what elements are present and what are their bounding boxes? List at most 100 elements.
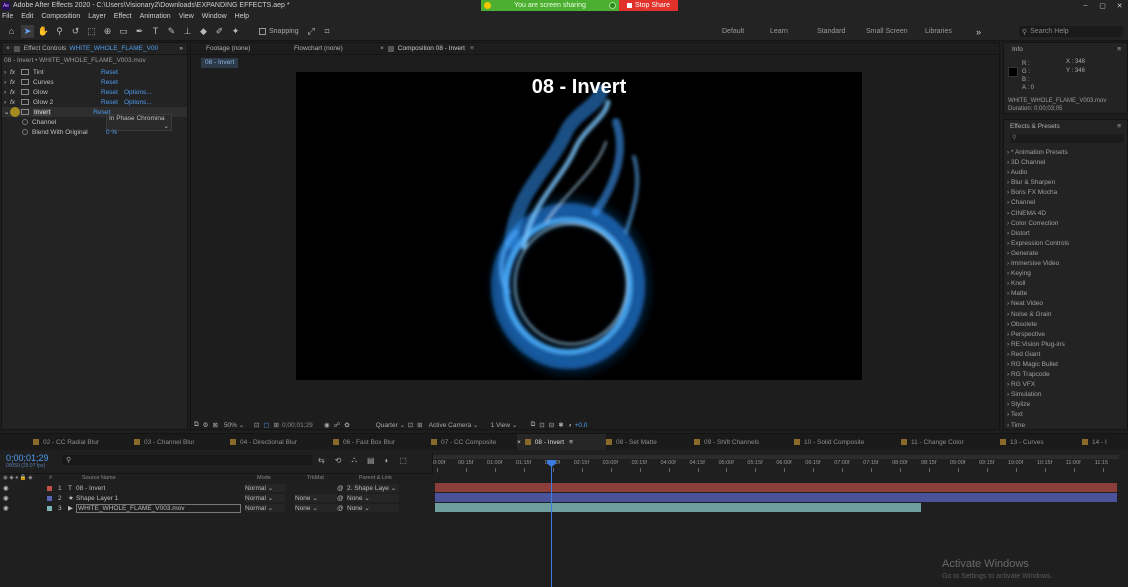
menu-icon[interactable]: ≡ <box>1117 46 1121 53</box>
preset-category[interactable]: › 3D Channel <box>1004 159 1127 169</box>
timeline-tab[interactable]: 11 - Change Color <box>901 434 1000 450</box>
trkmat-dropdown[interactable]: None ⌄ <box>295 494 337 502</box>
type-tool-icon[interactable]: T <box>149 25 162 38</box>
layer-name[interactable]: WHITE_WHOLE_FLAME_V003.mov <box>76 503 241 513</box>
mask-view-icon[interactable]: ⊠ <box>212 421 217 429</box>
composition-viewer[interactable]: 08 - Invert <box>296 72 862 380</box>
search-help-input[interactable]: ⚲ Search Help <box>1019 26 1123 37</box>
reset-link[interactable]: Reset <box>101 89 124 96</box>
preset-category[interactable]: › Blur & Sharpen <box>1004 179 1127 189</box>
timeline-tab[interactable]: 03 - Channel Blur <box>134 434 230 450</box>
current-time[interactable]: 0;00;01;29 <box>282 422 318 429</box>
preset-category[interactable]: › Text <box>1004 411 1127 421</box>
close-tab-icon[interactable]: × <box>517 439 521 446</box>
stopwatch-icon[interactable] <box>22 119 28 125</box>
resolution-dropdown[interactable]: Quarter ⌄ <box>376 421 408 429</box>
stopwatch-icon[interactable] <box>22 129 28 135</box>
tab-footage[interactable]: Footage (none) <box>206 45 294 52</box>
timeline-icon[interactable]: ⊟ <box>549 421 554 429</box>
brush-tool-icon[interactable]: ✎ <box>165 25 178 38</box>
menu-effect[interactable]: Effect <box>114 13 132 20</box>
parent-header[interactable]: Parent & Link <box>359 475 392 481</box>
pickwhip-icon[interactable]: @ <box>337 505 347 512</box>
tab-composition[interactable]: Composition 08 - Invert <box>398 45 465 52</box>
pen-tool-icon[interactable]: ✒ <box>133 25 146 38</box>
clone-stamp-tool-icon[interactable]: ⊥ <box>181 25 194 38</box>
menu-animation[interactable]: Animation <box>140 13 171 20</box>
layer-name[interactable]: Shape Layer 1 <box>76 495 245 502</box>
fx-icon[interactable]: fx <box>10 99 21 106</box>
workspace-small-screen[interactable]: Small Screen <box>866 28 925 35</box>
visibility-icon[interactable]: ◉ <box>3 504 47 512</box>
layer-color-label[interactable] <box>47 485 52 491</box>
visibility-icon[interactable]: ◉ <box>3 494 47 502</box>
preset-category[interactable]: › Stylize <box>1004 401 1127 411</box>
preset-category[interactable]: › Keying <box>1004 270 1127 280</box>
parent-dropdown[interactable]: 2. Shape Laye ⌄ <box>347 484 399 492</box>
workspace-standard[interactable]: Standard <box>817 28 866 35</box>
menu-window[interactable]: Window <box>202 13 227 20</box>
rotate-tool-icon[interactable]: ↺ <box>69 25 82 38</box>
preset-category[interactable]: › * Animation Presets <box>1004 149 1127 159</box>
snapping-checkbox[interactable] <box>259 27 266 35</box>
workspace-learn[interactable]: Learn <box>770 28 817 35</box>
preset-category[interactable]: › RG VFX <box>1004 381 1127 391</box>
preset-category[interactable]: › Red Giant <box>1004 351 1127 361</box>
effect-row-curves[interactable]: › fx Curves Reset <box>2 77 187 87</box>
fx-icon[interactable]: fx <box>10 79 21 86</box>
timeline-tab[interactable]: 13 - Curves <box>1000 434 1082 450</box>
close-panel-icon[interactable]: × <box>6 45 10 52</box>
views-dropdown[interactable]: 1 View ⌄ <box>491 421 531 429</box>
close-tab-icon[interactable]: × <box>380 45 384 52</box>
menu-icon[interactable]: ≡ <box>1117 123 1121 130</box>
layer-row-2[interactable]: ◉ 2 ★ Shape Layer 1 Normal ⌄ None ⌄ @ No… <box>0 493 432 503</box>
preset-category[interactable]: › Noise & Grain <box>1004 311 1127 321</box>
effect-controls-tab[interactable]: Effect Controls <box>24 45 67 52</box>
preset-category[interactable]: › Knoll <box>1004 280 1127 290</box>
presets-search-input[interactable]: ⚲ <box>1010 134 1124 143</box>
channel-icon[interactable]: ✿ <box>344 421 349 429</box>
pan-behind-tool-icon[interactable]: ⊕ <box>101 25 114 38</box>
flowchart-icon[interactable]: ✱ <box>558 421 563 429</box>
preset-category[interactable]: › CINEMA 4D <box>1004 210 1127 220</box>
blend-value[interactable]: 0 % <box>106 129 117 136</box>
shy-icon[interactable]: ⛬ <box>351 455 357 465</box>
preset-category[interactable]: › Audio <box>1004 169 1127 179</box>
transparency-grid-icon[interactable]: ▢ <box>263 421 269 429</box>
workspace-default[interactable]: Default <box>722 28 770 35</box>
mode-dropdown[interactable]: Normal ⌄ <box>245 494 285 502</box>
layer-name[interactable]: 08 - Invert <box>76 485 245 492</box>
timeline-tab[interactable]: 06 - Fast Box Blur <box>333 434 431 450</box>
preset-category[interactable]: › Expression Controls <box>1004 240 1127 250</box>
playhead[interactable] <box>551 461 552 587</box>
preset-category[interactable]: › RG Magic Bullet <box>1004 361 1127 371</box>
layer-row-3[interactable]: ◉ 3 ▶ WHITE_WHOLE_FLAME_V003.mov Normal … <box>0 503 432 513</box>
safe-zones-icon[interactable]: ⊞ <box>274 421 279 429</box>
tab-flowchart[interactable]: Flowchart (none) <box>294 45 380 52</box>
exposure-icon[interactable]: ◑ <box>568 422 572 429</box>
comp-mini-flowchart-icon[interactable]: ⇆ <box>318 456 325 465</box>
menu-composition[interactable]: Composition <box>41 13 80 20</box>
camera-tool-icon[interactable]: ⬚ <box>85 25 98 38</box>
selection-tool-icon[interactable]: ➤ <box>21 24 34 38</box>
lock-icon[interactable] <box>13 45 20 52</box>
workspace-libraries[interactable]: Libraries <box>925 28 976 35</box>
maximize-button[interactable]: ▢ <box>1094 2 1111 10</box>
home-icon[interactable]: ⌂ <box>5 25 18 38</box>
mode-dropdown[interactable]: Normal ⌄ <box>245 504 285 512</box>
timeline-tab[interactable]: 14 - I <box>1082 434 1122 450</box>
camera-dropdown[interactable]: Active Camera ⌄ <box>429 421 491 429</box>
effect-row-glow[interactable]: › fx Glow Reset Options... <box>2 87 187 97</box>
effect-row-tint[interactable]: › fx Tint Reset <box>2 67 187 77</box>
timeline-timecode[interactable]: 0;00;01;29 <box>6 453 49 463</box>
motion-blur-icon[interactable]: ◐ <box>385 456 390 465</box>
fast-preview-icon[interactable]: ⊡ <box>408 421 413 429</box>
layer-bar-3[interactable] <box>435 503 921 512</box>
options-link[interactable]: Options... <box>124 99 152 106</box>
layer-color-label[interactable] <box>47 505 52 511</box>
3d-view-icon[interactable]: ⚙ <box>203 421 209 429</box>
preset-category[interactable]: › Immersive Video <box>1004 260 1127 270</box>
show-snapshot-icon[interactable]: ☍ <box>334 421 341 429</box>
preset-category[interactable]: › Generate <box>1004 250 1127 260</box>
snap-target-icon[interactable]: ⌗ <box>321 25 334 38</box>
